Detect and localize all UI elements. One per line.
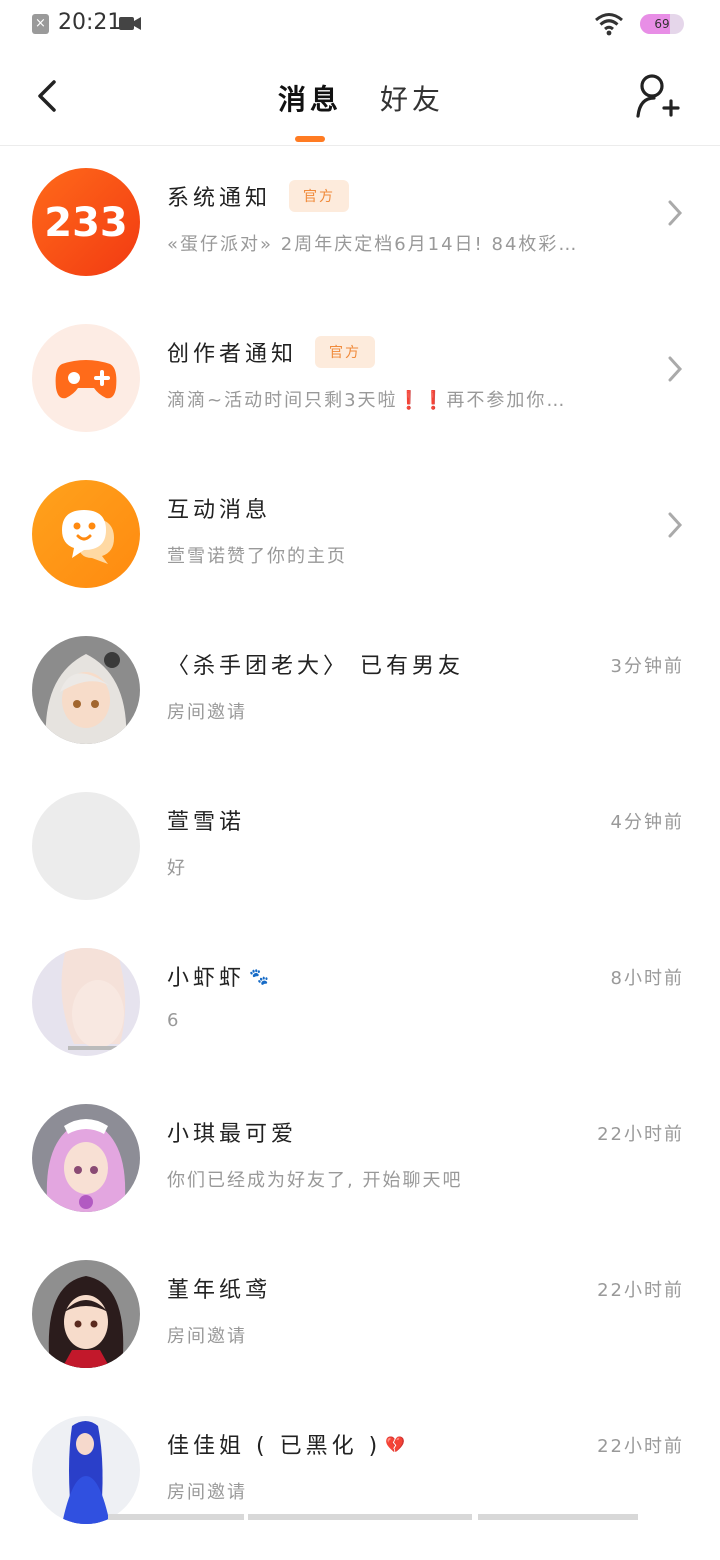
- item-preview: 房间邀请: [167, 702, 247, 723]
- item-name: 互动消息: [167, 498, 272, 523]
- add-friend-icon[interactable]: [634, 72, 680, 120]
- item-preview: 房间邀请: [167, 1482, 247, 1503]
- item-time: 8小时前: [610, 968, 684, 989]
- active-tab-indicator: [295, 136, 325, 142]
- chevron-right-icon: [668, 512, 683, 538]
- item-preview: 好: [167, 858, 187, 879]
- list-item-interaction[interactable]: 互动消息 萱雪诺赞了你的主页: [0, 468, 720, 624]
- wifi-icon: [595, 13, 623, 36]
- chevron-right-icon: [668, 356, 683, 382]
- item-name: 小虾虾: [167, 966, 246, 991]
- battery-indicator: 69: [640, 14, 684, 34]
- list-item-creator-notice[interactable]: 创作者通知 官方 滴滴~活动时间只剩3天啦❗❗再不参加你…: [0, 312, 720, 468]
- list-item-system-notice[interactable]: 233 系统通知 官方 «蛋仔派对» 2周年庆定档6月14日! 84枚彩…: [0, 156, 720, 312]
- item-preview: 你们已经成为好友了, 开始聊天吧: [167, 1170, 463, 1191]
- avatar: [32, 636, 140, 744]
- avatar: [32, 792, 140, 900]
- tab-messages[interactable]: 消息: [278, 78, 342, 118]
- scroll-indicator-segment: [108, 1514, 244, 1520]
- notification-icon: ×: [32, 14, 49, 34]
- item-time: 4分钟前: [610, 812, 684, 833]
- item-name: 堇年纸鸢: [167, 1278, 272, 1303]
- paw-print-icon: 🐾: [249, 966, 269, 986]
- item-name: 佳佳姐 ( 已黑化 ): [167, 1434, 382, 1459]
- list-item-chat[interactable]: 小琪最可爱 你们已经成为好友了, 开始聊天吧 22小时前: [0, 1092, 720, 1248]
- header: 消息 好友: [0, 48, 720, 146]
- list-item-chat[interactable]: 小虾虾 🐾 6 8小时前: [0, 936, 720, 1092]
- item-time: 22小时前: [597, 1280, 684, 1301]
- item-preview: «蛋仔派对» 2周年庆定档6月14日! 84枚彩…: [167, 234, 579, 255]
- item-preview: 房间邀请: [167, 1326, 247, 1347]
- item-name: 创作者通知: [167, 342, 298, 367]
- video-camera-icon: [119, 17, 141, 30]
- chevron-right-icon: [668, 200, 683, 226]
- avatar: [32, 1416, 140, 1524]
- item-preview: 萱雪诺赞了你的主页: [167, 546, 347, 567]
- item-name: 萱雪诺: [167, 810, 246, 835]
- battery-percent: 69: [654, 17, 670, 31]
- item-name: 小琪最可爱: [167, 1122, 298, 1147]
- scroll-indicator-segment: [248, 1514, 472, 1520]
- avatar: [32, 1260, 140, 1368]
- item-preview: 滴滴~活动时间只剩3天啦❗❗再不参加你…: [167, 390, 567, 411]
- item-time: 22小时前: [597, 1436, 684, 1457]
- tab-friends[interactable]: 好友: [380, 78, 444, 118]
- list-item-chat[interactable]: 佳佳姐 ( 已黑化 ) 💔 房间邀请 22小时前: [0, 1404, 720, 1560]
- official-badge: 官方: [289, 180, 350, 212]
- item-time: 3分钟前: [610, 656, 684, 677]
- broken-heart-icon: 💔: [385, 1434, 406, 1454]
- scroll-indicator-segment: [478, 1514, 638, 1520]
- item-time: 22小时前: [597, 1124, 684, 1145]
- status-time: 20:21: [58, 10, 122, 35]
- chat-bubble-icon: [32, 480, 140, 588]
- official-badge: 官方: [315, 336, 376, 368]
- gamepad-icon: [32, 324, 140, 432]
- item-name: 〈杀手团老大〉 已有男友: [167, 654, 464, 679]
- back-arrow-icon[interactable]: [30, 78, 64, 114]
- item-preview: 6: [167, 1010, 181, 1031]
- logo-233-icon: 233: [32, 168, 140, 276]
- svg-text:233: 233: [44, 200, 128, 246]
- status-bar: × 20:21 69: [0, 0, 720, 48]
- item-name: 系统通知: [167, 186, 272, 211]
- avatar: [32, 1104, 140, 1212]
- avatar: [32, 948, 140, 1056]
- list-item-chat[interactable]: 〈杀手团老大〉 已有男友 房间邀请 3分钟前: [0, 624, 720, 780]
- list-item-chat[interactable]: 堇年纸鸢 房间邀请 22小时前: [0, 1248, 720, 1404]
- list-item-chat[interactable]: 萱雪诺 好 4分钟前: [0, 780, 720, 936]
